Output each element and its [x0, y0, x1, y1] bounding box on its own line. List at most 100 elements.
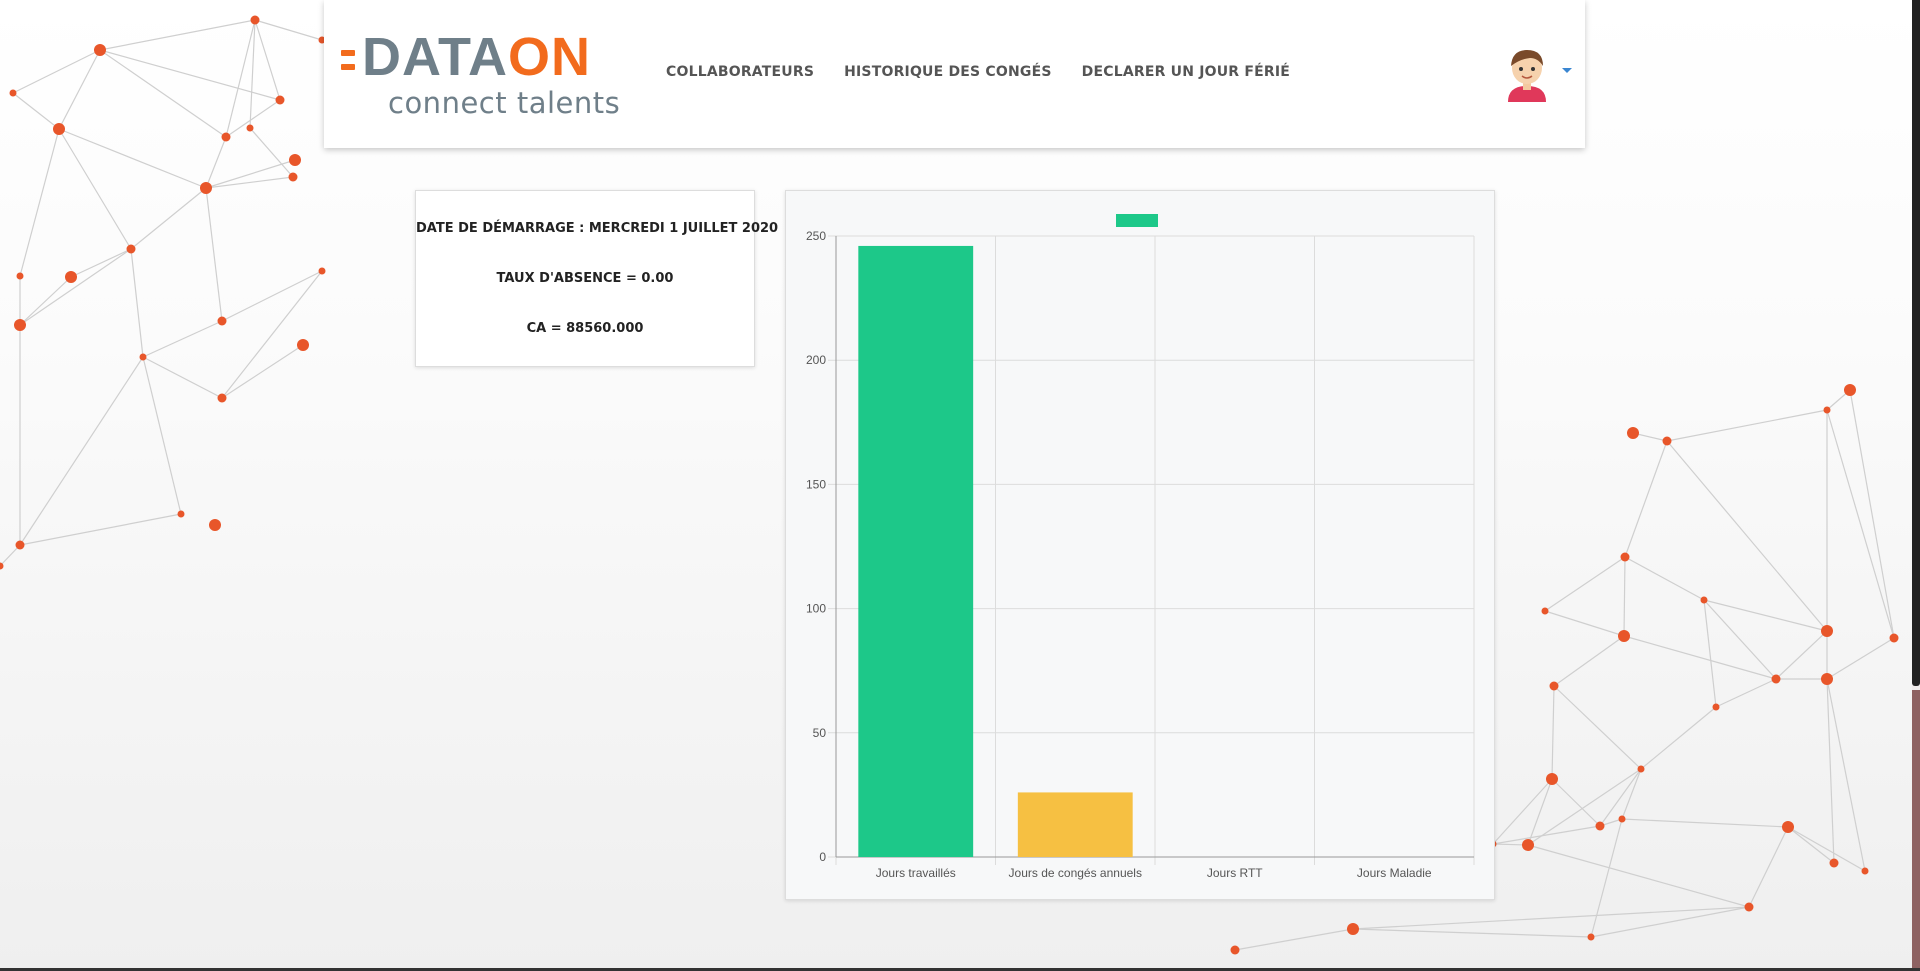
network-edge [1553, 635, 1625, 687]
network-edge [1551, 778, 1601, 827]
network-edge [1234, 928, 1354, 951]
network-edge [1527, 844, 1750, 908]
network-edge [1849, 389, 1895, 639]
network-edge [19, 128, 60, 277]
network-node [139, 353, 147, 361]
network-edge [1623, 635, 1777, 680]
network-edge [19, 276, 72, 326]
nav-collaborateurs[interactable]: COLLABORATEURS [666, 64, 814, 80]
network-edge [249, 127, 294, 178]
legend-swatch [1116, 214, 1158, 227]
network-edge [1551, 685, 1555, 780]
network-node [1861, 867, 1869, 875]
network-edge [205, 187, 223, 322]
network-edge [12, 49, 101, 94]
network-node [200, 182, 212, 194]
network-edge [142, 356, 182, 515]
network-node [1744, 902, 1754, 912]
network-node [297, 339, 309, 351]
employee-summary-card: DATE DE DÉMARRAGE : MERCREDI 1 JUILLET 2… [415, 190, 779, 367]
network-edge [99, 49, 227, 138]
network-edge [1703, 599, 1717, 708]
network-edge [254, 19, 281, 101]
network-edge [1748, 826, 1789, 908]
logo-wordmark: DATAON [362, 27, 591, 87]
x-tick-label: Jours travaillés [876, 866, 956, 880]
network-node [250, 15, 260, 25]
logo-dash-bottom [341, 64, 355, 70]
network-edge [1787, 826, 1835, 864]
network-node [1546, 773, 1558, 785]
network-node [1771, 674, 1781, 684]
network-node [1821, 625, 1833, 637]
network-node [1595, 821, 1605, 831]
network-node [177, 510, 185, 518]
start-date-text: DATE DE DÉMARRAGE : MERCREDI 1 JUILLET 2… [416, 221, 779, 236]
dataon-logo[interactable]: DATAON connect talents [340, 30, 640, 126]
nav-historique-conges[interactable]: HISTORIQUE DES CONGÉS [844, 64, 1052, 80]
network-node [9, 89, 17, 97]
network-node [1889, 633, 1899, 643]
network-node [1662, 436, 1672, 446]
network-node [1829, 858, 1839, 868]
user-avatar-icon [1508, 50, 1546, 102]
top-header: DATAON connect talents COLLABORATEURS HI… [324, 0, 1585, 148]
user-menu[interactable] [1502, 46, 1592, 106]
network-edge [221, 270, 323, 399]
network-edge [1826, 409, 1895, 639]
revenue-text: CA = 88560.000 [526, 321, 644, 336]
days-bar-chart: 0 50 100 150 200 250 Jours travaillés Jours de … [806, 214, 1475, 880]
network-node [14, 319, 26, 331]
y-tick-label: 150 [806, 477, 826, 491]
network-edge [221, 344, 304, 399]
y-tick-label: 200 [806, 353, 826, 367]
page-scrollbar[interactable] [1912, 0, 1920, 971]
network-node [94, 44, 106, 56]
y-tick-label: 100 [806, 602, 826, 616]
caret-down-icon[interactable] [1562, 68, 1572, 73]
network-edge [1544, 610, 1625, 637]
network-node [1712, 703, 1720, 711]
network-edge [58, 128, 207, 189]
network-edge [1775, 630, 1828, 680]
network-node [221, 132, 231, 142]
network-node [1637, 765, 1645, 773]
network-edge [99, 19, 256, 51]
network-edge [1787, 826, 1866, 872]
x-tick-label: Jours RTT [1207, 866, 1263, 880]
network-edge [221, 270, 323, 322]
network-edge [1553, 685, 1642, 770]
network-edge [1544, 556, 1626, 612]
network-node [1522, 839, 1534, 851]
network-edge [1624, 556, 1705, 601]
x-tick-label: Jours de congés annuels [1009, 866, 1142, 880]
network-node [1541, 607, 1549, 615]
network-edge [130, 187, 207, 250]
network-edge [1623, 556, 1626, 637]
network-edge [1492, 825, 1601, 845]
network-node [1844, 384, 1856, 396]
network-node [246, 124, 254, 132]
network-node [275, 95, 285, 105]
network-edge [1666, 440, 1828, 632]
network-edge [130, 248, 144, 358]
network-edge [1352, 928, 1592, 938]
logo-tagline: connect talents [388, 86, 621, 120]
y-tick-label: 50 [813, 726, 827, 740]
y-tick-label: 0 [819, 850, 826, 864]
network-edge [19, 513, 182, 546]
logo-dash-top [341, 50, 355, 56]
network-node [65, 271, 77, 283]
network-node [1347, 923, 1359, 935]
network-node [1230, 945, 1240, 955]
days-bar-chart-card: 0 50 100 150 200 250 Jours travaillés Jours de … [785, 190, 1495, 900]
network-edge [205, 176, 294, 189]
network-edge [19, 356, 144, 546]
network-node [1587, 933, 1595, 941]
network-node [1627, 427, 1639, 439]
scrollbar-thumb[interactable] [1912, 0, 1920, 686]
network-node [53, 123, 65, 135]
nav-declarer-jour-ferie[interactable]: DECLARER UN JOUR FÉRIÉ [1082, 64, 1290, 80]
network-edge [1527, 768, 1642, 846]
network-node [16, 272, 24, 280]
